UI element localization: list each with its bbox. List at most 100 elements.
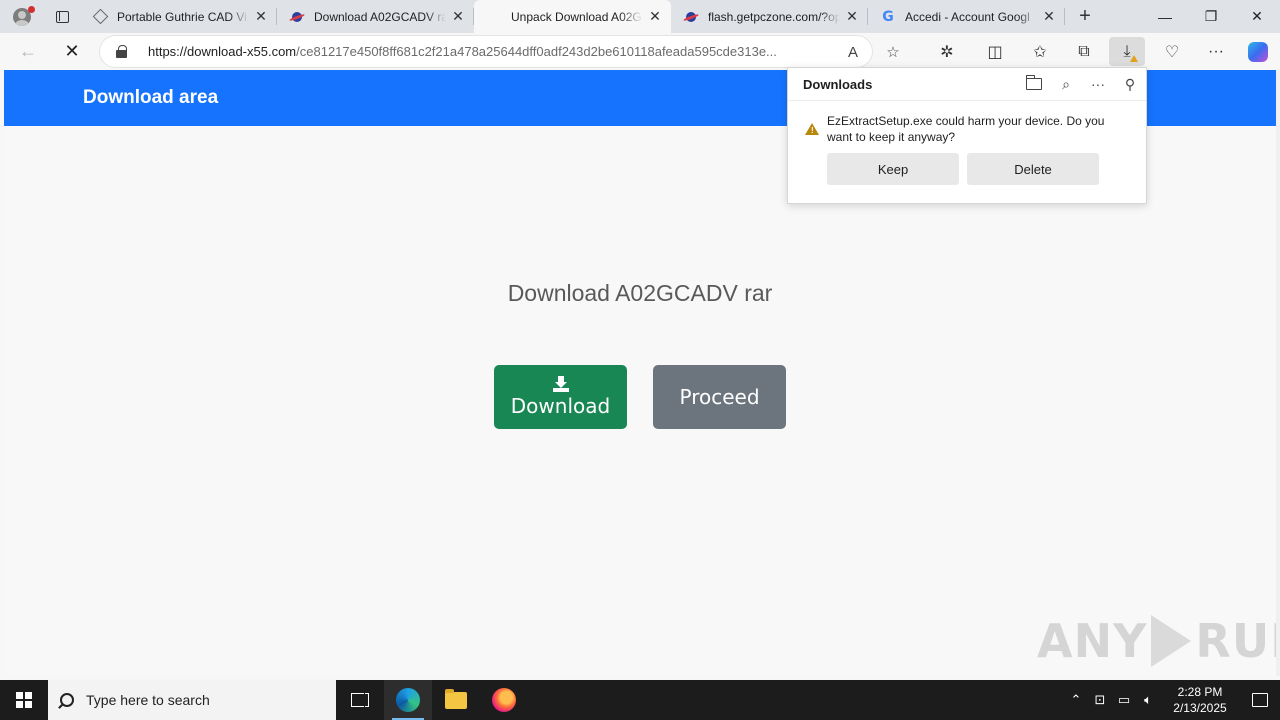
task-view-button[interactable] [336,680,384,720]
system-tray: ⌃ ⊡ ▭ 🔈︎ 2:28 PM 2/13/2025 [1064,680,1280,720]
keep-button[interactable]: Keep [827,153,959,185]
collections-icon: ⧉ [1078,42,1090,60]
tab-accedi-google[interactable]: G Accedi - Account Googl ✕ [868,0,1065,33]
warning-icon: ! [805,123,819,135]
stop-icon: ✕ [64,41,80,61]
collections-button[interactable]: ⧉ [1066,37,1102,66]
notification-icon [1252,693,1268,707]
tab-actions-icon [55,10,69,23]
tab-title: Download A02GCADV rar [314,9,446,24]
clock-time: 2:28 PM [1177,685,1223,699]
page-heading: Download A02GCADV rar [507,280,773,306]
favorites-icon: ✩ [1033,43,1047,61]
tab-title: Unpack Download A02G [511,9,642,24]
minimize-icon: — [1158,8,1172,25]
start-button[interactable] [0,680,48,720]
diamond-icon [92,8,108,25]
proceed-button[interactable]: Proceed [653,365,786,429]
clock-date: 2/13/2025 [1173,701,1227,715]
close-icon[interactable]: ✕ [1041,8,1057,25]
firefox-icon [492,688,516,712]
extensions-button[interactable]: ✲ [929,37,965,66]
taskbar-clock[interactable]: 2:28 PM 2/13/2025 [1160,684,1240,716]
delete-button[interactable]: Delete [967,153,1099,185]
search-icon: ⌕ [1062,75,1070,92]
stop-loading-button[interactable]: ✕ [52,33,92,70]
tab-actions-button[interactable] [44,0,80,33]
task-view-icon [351,692,369,707]
downloads-panel: Downloads ⌕ ··· ⚲ ! EzExtractSetup.exe c… [787,67,1147,204]
copilot-icon [1248,41,1268,62]
minimize-button[interactable]: — [1142,0,1188,33]
play-icon [1151,615,1192,667]
watermark-left: ANY [1037,614,1148,668]
address-bar[interactable]: https://download-x55.com/ce81217e450f8ff… [100,36,900,67]
planet-icon [683,9,699,25]
folder-icon [1025,75,1042,90]
restore-button[interactable]: ❐ [1188,0,1234,33]
favorite-star-icon[interactable]: ☆ [883,42,903,62]
close-icon[interactable]: ✕ [647,8,663,25]
browser-essentials-button[interactable]: ♡ [1154,37,1190,66]
watermark-right: RUN [1195,614,1276,668]
close-icon[interactable]: ✕ [450,8,466,25]
tab-portable-guthrie[interactable]: Portable Guthrie CAD Vi ✕ [80,0,277,33]
download-button-label: Download [510,394,611,418]
taskbar-file-explorer[interactable] [432,680,480,720]
search-downloads-button[interactable]: ⌕ [1050,68,1082,101]
taskbar-edge[interactable] [384,680,432,720]
warning-badge-icon [1130,55,1138,62]
close-icon[interactable]: ✕ [844,8,860,25]
download-icon [552,376,569,392]
search-icon [60,693,74,707]
url-text[interactable]: https://download-x55.com/ce81217e450f8ff… [148,44,828,59]
taskbar: Type here to search ⌃ ⊡ ▭ 🔈︎ 2:28 PM 2/1… [0,680,1280,720]
notifications-button[interactable] [1240,680,1280,720]
close-icon[interactable]: ✕ [253,8,269,25]
taskbar-search-box[interactable]: Type here to search [48,680,336,720]
split-screen-button[interactable]: ◫ [977,37,1013,66]
url-path: /ce81217e450f8ff681c2f21a478a25644dff0ad… [296,44,777,59]
browser-title-bar: Portable Guthrie CAD Vi ✕ Download A02GC… [0,0,1280,33]
page-scrollbar[interactable] [1276,70,1280,676]
close-icon: ✕ [1251,8,1263,24]
edge-icon [396,688,420,712]
anyrun-watermark: ANY RUN [1037,610,1276,672]
tab-flash-getpczone[interactable]: flash.getpczone.com/?op ✕ [671,0,868,33]
more-options-button[interactable]: ··· [1082,68,1114,101]
restore-icon: ❐ [1204,8,1218,24]
puzzle-icon: ✲ [940,43,954,61]
google-icon: G [882,8,894,25]
split-screen-icon: ◫ [987,43,1003,61]
download-button[interactable]: Download [494,365,627,429]
planet-icon [289,9,305,25]
back-button[interactable]: ← [8,33,48,70]
volume-icon[interactable]: 🔈︎ [1136,680,1160,720]
open-folder-button[interactable] [1018,68,1050,101]
close-window-button[interactable]: ✕ [1234,0,1280,33]
copilot-button[interactable] [1240,37,1276,66]
profile-button[interactable] [0,0,44,33]
favorites-button[interactable]: ✩ [1022,37,1058,66]
proceed-button-label: Proceed [679,385,760,409]
network-icon[interactable]: ▭ [1112,680,1136,720]
show-hidden-icons-button[interactable]: ⌃ [1064,680,1088,720]
window-controls: — ❐ ✕ [1142,0,1280,33]
more-dots-icon: ··· [1208,42,1224,60]
tab-title: flash.getpczone.com/?op [708,9,840,24]
windows-logo-icon [16,692,32,708]
notification-dot [28,6,35,13]
taskbar-firefox[interactable] [480,680,528,720]
tray-device-icon[interactable]: ⊡ [1088,680,1112,720]
tab-unpack-download[interactable]: Unpack Download A02G ✕ [474,0,671,33]
new-tab-button[interactable]: + [1065,0,1105,33]
read-aloud-icon[interactable]: A [843,42,863,62]
pin-button[interactable]: ⚲ [1114,68,1146,101]
settings-more-button[interactable]: ··· [1198,37,1234,66]
site-title: Download area [83,87,219,108]
tab-download-a02gcadv[interactable]: Download A02GCADV rar ✕ [277,0,474,33]
downloads-button[interactable]: ⤓ [1109,37,1145,66]
url-host: https://download-x55.com [148,44,297,59]
lock-icon[interactable] [116,45,127,58]
file-explorer-icon [445,688,467,709]
